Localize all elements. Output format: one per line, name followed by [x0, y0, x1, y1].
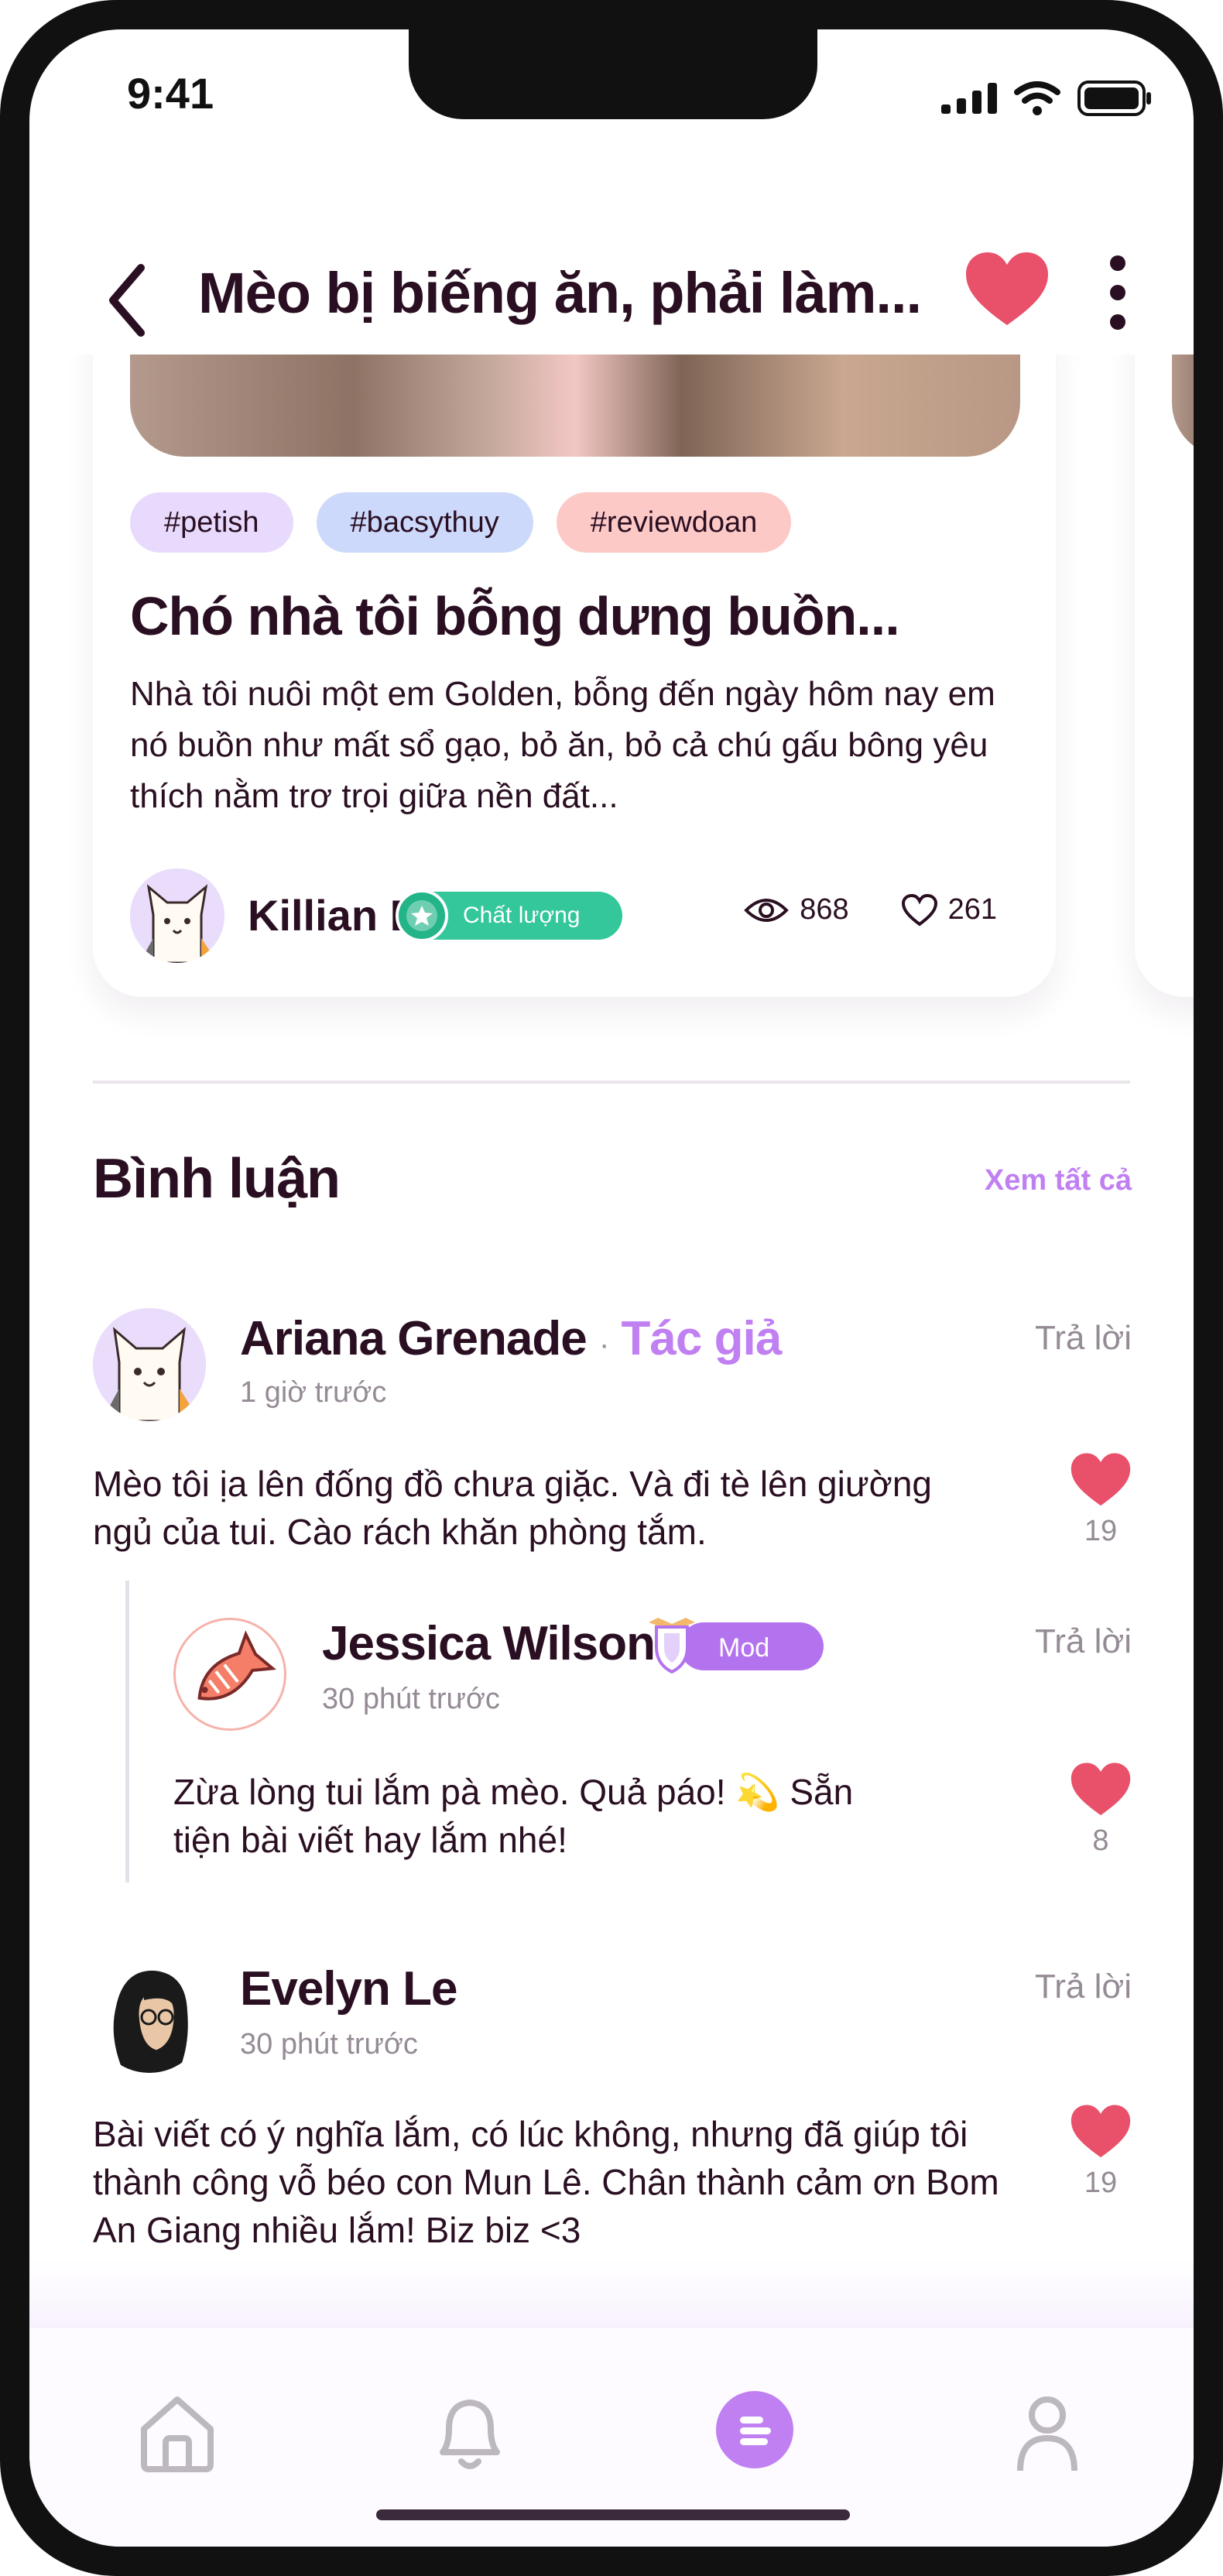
post-title: Chó nhà tôi bỗng dưng buồn...	[130, 586, 900, 646]
comment-like[interactable]: 19	[1068, 1452, 1133, 1548]
person-avatar-icon	[113, 1970, 188, 2073]
comment-time: 1 giờ trước	[240, 1376, 387, 1409]
see-all-link[interactable]: Xem tất cả	[985, 1164, 1132, 1197]
like-count: 261	[947, 893, 997, 926]
commenter-avatar[interactable]	[93, 1308, 206, 1421]
comment-text: Zừa lòng tui lắm pà mèo. Quả páo! 💫 Sẵn …	[173, 1772, 854, 1860]
commenter-name[interactable]: Ariana Grenade	[240, 1312, 588, 1365]
reply-button[interactable]: Trả lời	[1035, 1622, 1132, 1661]
status-time: 9:41	[127, 69, 214, 118]
home-icon[interactable]	[135, 2390, 220, 2475]
comment-like-count: 19	[1084, 1515, 1118, 1547]
commenter-avatar[interactable]	[173, 1618, 286, 1731]
comment-text: Bài viết có ý nghĩa lắm, có lúc không, n…	[93, 2114, 999, 2250]
heart-icon[interactable]	[964, 251, 1050, 328]
view-count: 868	[800, 893, 849, 926]
mod-label: Mod	[718, 1633, 770, 1663]
post-excerpt: Nhà tôi nuôi một em Golden, bỗng đến ngà…	[130, 675, 995, 815]
comment-text: Mèo tôi ịa lên đống đồ chưa giặc. Và đi …	[93, 1464, 932, 1552]
phone-frame: 9:41 #petish #bacsythuy #reviewdoan Chó …	[0, 0, 1223, 2576]
post-card[interactable]: #petish #bacsythuy #reviewdoan Chó nhà t…	[93, 293, 1056, 997]
comment-like-count: 19	[1084, 2167, 1118, 2199]
commenter-name[interactable]: Jessica Wilson	[322, 1616, 656, 1671]
quality-badge: Chất lượng	[396, 889, 622, 942]
tag-bacsythuy[interactable]: #bacsythuy	[316, 492, 533, 553]
star-badge-icon	[396, 889, 448, 942]
cat-avatar-icon	[130, 868, 224, 963]
author-role-badge: Tác giả	[621, 1312, 783, 1365]
bell-icon[interactable]	[427, 2390, 512, 2475]
comment-time: 30 phút trước	[240, 2028, 418, 2060]
name-separator: ·	[598, 1327, 609, 1362]
more-vertical-icon[interactable]	[1108, 254, 1127, 331]
heart-icon[interactable]	[1070, 2104, 1132, 2160]
reply-button[interactable]: Trả lời	[1035, 1319, 1132, 1358]
battery-icon	[1077, 80, 1151, 116]
tag-list: #petish #bacsythuy #reviewdoan	[130, 492, 792, 553]
next-post-card[interactable]	[1135, 293, 1194, 997]
page-title: Mèo bị biếng ăn, phải làm...	[198, 261, 922, 325]
home-indicator	[376, 2509, 850, 2520]
back-arrow-icon[interactable]	[104, 262, 150, 339]
notch	[409, 29, 817, 119]
top-bar: Mèo bị biếng ăn, phải làm...	[29, 231, 1194, 355]
heart-outline-icon[interactable]	[901, 893, 937, 927]
quality-label: Chất lượng	[463, 903, 581, 928]
comment-like[interactable]: 19	[1068, 2104, 1133, 2200]
heart-icon[interactable]	[1070, 1762, 1132, 1817]
screen: 9:41 #petish #bacsythuy #reviewdoan Chó …	[29, 29, 1194, 2547]
commenter-name[interactable]: Evelyn Le	[240, 1961, 457, 2016]
reply-button[interactable]: Trả lời	[1035, 1968, 1132, 2006]
commenter-avatar[interactable]	[93, 1960, 206, 2073]
thread-line	[125, 1581, 129, 1882]
comment-like-count: 8	[1092, 1824, 1109, 1857]
status-icons	[941, 80, 1152, 116]
signal-icon	[941, 83, 997, 114]
comment-author-name: Ariana Grenade · Tác giả	[240, 1311, 783, 1366]
profile-icon[interactable]	[1005, 2390, 1090, 2475]
heart-icon[interactable]	[1070, 1452, 1132, 1508]
comment-time: 30 phút trước	[322, 1683, 500, 1715]
tag-reviewdoan[interactable]: #reviewdoan	[556, 492, 792, 553]
comments-title: Bình luận	[93, 1148, 341, 1210]
wifi-icon	[1014, 81, 1060, 115]
divider	[93, 1081, 1130, 1084]
cat-avatar-icon	[93, 1308, 206, 1421]
feed-icon[interactable]	[712, 2387, 797, 2472]
eye-icon	[744, 898, 790, 922]
fish-avatar-icon	[197, 1630, 277, 1701]
comment-like[interactable]: 8	[1068, 1762, 1133, 1858]
author-avatar[interactable]	[130, 868, 224, 963]
tag-petish[interactable]: #petish	[130, 492, 293, 553]
post-author-row: Killian Doge Chất lượng 868 261	[130, 868, 1020, 964]
post-stats: 868 261	[744, 893, 997, 927]
